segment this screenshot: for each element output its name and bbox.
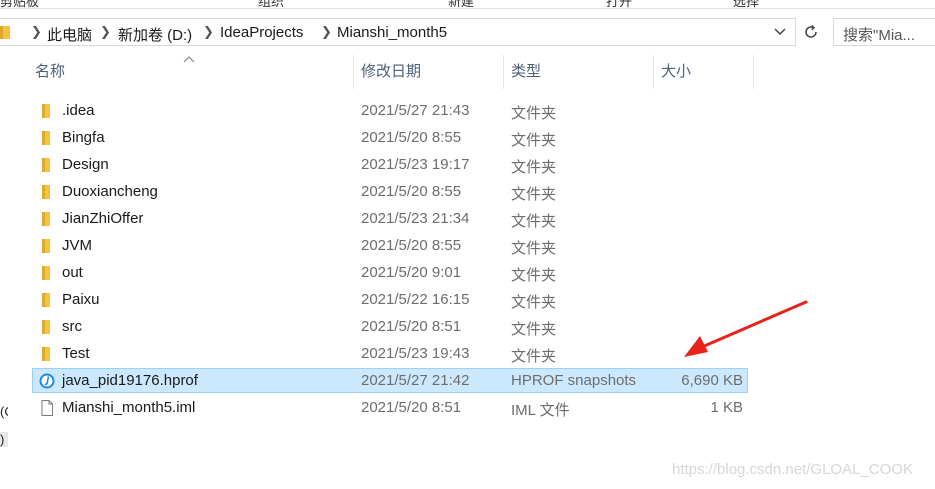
hprof-snapshot-icon [39,373,55,389]
file-name: out [62,264,83,281]
search-input[interactable]: 搜索"Mia... [833,18,935,46]
folder-icon [42,131,50,145]
file-row[interactable]: JVM 2021/5/20 8:55 文件夹 [32,233,748,258]
column-divider[interactable] [753,55,754,89]
file-type: 文件夹 [511,159,557,176]
file-date: 2021/5/20 8:51 [361,318,462,335]
file-date: 2021/5/20 9:01 [361,264,462,281]
file-date: 2021/5/23 19:17 [361,156,470,173]
file-type: 文件夹 [511,105,557,122]
nav-pane-fragment: ) [0,432,8,447]
file-row[interactable]: .idea 2021/5/27 21:43 文件夹 [32,98,748,123]
file-name: .idea [62,102,95,119]
file-row[interactable]: Bingfa 2021/5/20 8:55 文件夹 [32,125,748,150]
breadcrumb-ideaprojects[interactable]: IdeaProjects [220,24,303,41]
file-type: IML 文件 [511,402,570,419]
breadcrumb-drive-d[interactable]: 新加卷 (D:) [118,24,192,45]
ribbon-tab-new[interactable]: 新建 [448,0,474,8]
folder-icon [42,104,50,118]
ribbon-tab-open[interactable]: 打开 [606,0,632,8]
file-name: Test [62,345,90,362]
file-row[interactable]: Paixu 2021/5/22 16:15 文件夹 [32,287,748,312]
file-row[interactable]: Duoxiancheng 2021/5/20 8:55 文件夹 [32,179,748,204]
file-size: 6,690 KB [681,372,743,389]
file-type: 文件夹 [511,213,557,230]
address-bar[interactable]: ❯ 此电脑 ❯ 新加卷 (D:) ❯ IdeaProjects ❯ Miansh… [0,18,796,46]
file-name: JianZhiOffer [62,210,144,227]
file-type: HPROF snapshots [511,372,637,389]
address-row: ❯ 此电脑 ❯ 新加卷 (D:) ❯ IdeaProjects ❯ Miansh… [0,18,935,48]
file-date: 2021/5/20 8:55 [361,129,462,146]
file-type: 文件夹 [511,294,557,311]
folder-icon [42,158,50,172]
column-date[interactable]: 修改日期 [353,55,503,89]
file-date: 2021/5/23 19:43 [361,345,470,362]
file-row[interactable]: Test 2021/5/23 19:43 文件夹 [32,341,748,366]
breadcrumb-this-pc[interactable]: 此电脑 [47,24,92,45]
folder-icon [42,185,50,199]
file-name: Duoxiancheng [62,183,158,200]
folder-icon [42,293,50,307]
file-row-selected[interactable]: java_pid19176.hprof 2021/5/27 21:42 HPRO… [32,368,748,393]
file-row[interactable]: Design 2021/5/23 19:17 文件夹 [32,152,748,177]
file-name: Design [62,156,109,173]
refresh-button[interactable] [797,18,825,46]
column-size[interactable]: 大小 [653,55,753,89]
ribbon-tab-organize[interactable]: 组织 [258,0,284,8]
chevron-right-icon[interactable]: ❯ [100,24,111,40]
file-row[interactable]: out 2021/5/20 9:01 文件夹 [32,260,748,285]
file-date: 2021/5/20 8:55 [361,237,462,254]
folder-icon [0,26,10,39]
folder-icon [42,239,50,253]
folder-icon [42,347,50,361]
file-row[interactable]: JianZhiOffer 2021/5/23 21:34 文件夹 [32,206,748,231]
folder-icon [42,212,50,226]
file-type: 文件夹 [511,321,557,338]
file-size: 1 KB [710,399,743,416]
file-name: java_pid19176.hprof [62,372,198,389]
file-name: Bingfa [62,129,105,146]
file-type: 文件夹 [511,348,557,365]
refresh-icon [805,25,817,38]
column-header-row: 名称 修改日期 类型 大小 [0,55,935,89]
breadcrumb-mianshi-month5[interactable]: Mianshi_month5 [337,24,447,41]
file-row[interactable]: src 2021/5/20 8:51 文件夹 [32,314,748,339]
ribbon-tabs-strip: 剪贴板 组织 新建 打开 选择 [0,0,935,9]
file-name: JVM [62,237,92,254]
file-type: 文件夹 [511,186,557,203]
file-date: 2021/5/22 16:15 [361,291,470,308]
chevron-right-icon[interactable]: ❯ [31,24,42,40]
file-row[interactable]: Mianshi_month5.iml 2021/5/20 8:51 IML 文件… [32,395,748,420]
ribbon-tab-select[interactable]: 选择 [733,0,759,8]
column-type[interactable]: 类型 [503,55,653,89]
file-name: Paixu [62,291,100,308]
folder-icon [42,320,50,334]
file-date: 2021/5/20 8:55 [361,183,462,200]
chevron-right-icon[interactable]: ❯ [321,24,332,40]
file-date: 2021/5/20 8:51 [361,399,462,416]
chevron-right-icon[interactable]: ❯ [203,24,214,40]
file-type: 文件夹 [511,132,557,149]
chevron-down-icon[interactable] [773,25,787,39]
ribbon-tab-clipboard[interactable]: 剪贴板 [0,0,39,8]
folder-icon [42,266,50,280]
column-name[interactable]: 名称 [27,55,353,89]
file-date: 2021/5/27 21:42 [361,372,470,389]
file-name: src [62,318,82,335]
file-name: Mianshi_month5.iml [62,399,196,416]
file-type: 文件夹 [511,240,557,257]
nav-pane-fragment: (C [0,404,8,419]
file-date: 2021/5/27 21:43 [361,102,470,119]
file-type: 文件夹 [511,267,557,284]
watermark-text: https://blog.csdn.net/GLOAL_COOK [672,461,913,478]
file-date: 2021/5/23 21:34 [361,210,470,227]
document-icon [41,400,53,416]
